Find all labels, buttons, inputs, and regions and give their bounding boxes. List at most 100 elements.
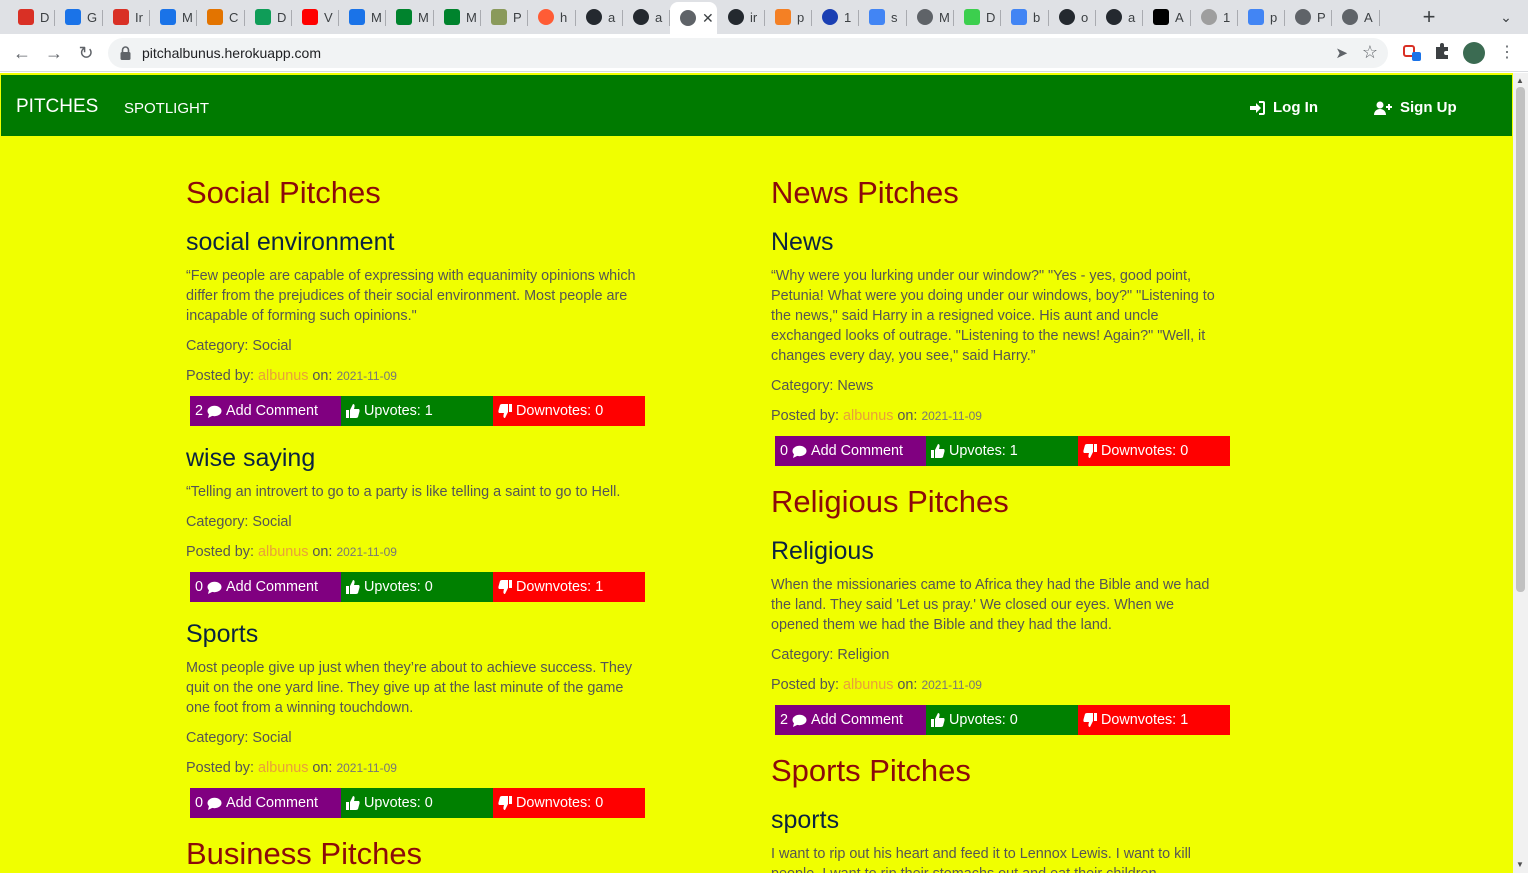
browser-tab[interactable]: a (1096, 4, 1143, 30)
browser-tab[interactable]: M (434, 4, 481, 30)
scroll-down-arrow-icon[interactable]: ▼ (1516, 860, 1524, 869)
puzzle-extensions-icon[interactable] (1431, 42, 1453, 64)
upvote-button[interactable]: Upvotes: 1 (926, 436, 1078, 466)
browser-tab[interactable]: A (1332, 4, 1379, 30)
google-icon (1248, 9, 1264, 25)
back-arrow-icon[interactable]: ← (9, 40, 35, 66)
author-link[interactable]: albunus (258, 368, 308, 384)
downvote-count: 0 (1180, 443, 1189, 459)
browser-tab[interactable]: 1 (1191, 4, 1238, 30)
browser-tab[interactable]: D (954, 4, 1001, 30)
author-link[interactable]: albunus (843, 677, 893, 693)
calendar-icon (65, 9, 81, 25)
profile-avatar[interactable] (1463, 42, 1485, 64)
send-icon[interactable]: ➤ (1335, 44, 1348, 62)
browser-tab[interactable]: a (576, 4, 623, 30)
signup-link[interactable]: Sign Up (1374, 99, 1457, 116)
scroll-up-arrow-icon[interactable]: ▲ (1516, 76, 1524, 85)
add-comment-button[interactable]: 0 Add Comment (190, 788, 341, 818)
orange-circle-icon (538, 9, 554, 25)
browser-toolbar: ← → ↻ pitchalbunus.herokuapp.com ➤ ☆ ⋮ (0, 34, 1528, 72)
lock-icon (120, 46, 131, 60)
upvote-button[interactable]: Upvotes: 0 (341, 572, 493, 602)
browser-tab[interactable]: P (481, 4, 528, 30)
pitch-title: wise saying (186, 444, 316, 472)
browser-tab[interactable]: M (339, 4, 386, 30)
address-bar[interactable]: pitchalbunus.herokuapp.com ➤ ☆ (108, 38, 1388, 68)
comment-count: 0 (195, 579, 204, 595)
tab-title: p (1270, 9, 1278, 25)
extension-badge-icon[interactable] (1401, 42, 1423, 64)
kebab-menu-icon[interactable]: ⋮ (1496, 42, 1518, 64)
tab-title: M (418, 9, 429, 25)
browser-tab[interactable]: p (765, 4, 812, 30)
downvote-button[interactable]: Downvotes: 0 (493, 788, 645, 818)
reload-icon[interactable]: ↻ (73, 40, 99, 66)
tab-title: P (1317, 9, 1326, 25)
pitch-title: Religious (771, 537, 874, 565)
browser-tab[interactable]: P (1285, 4, 1332, 30)
downvote-button[interactable]: Downvotes: 1 (493, 572, 645, 602)
add-comment-button[interactable]: 2 Add Comment (775, 705, 926, 735)
brand-link[interactable]: PITCHES (16, 96, 98, 118)
add-comment-button[interactable]: 0 Add Comment (775, 436, 926, 466)
upvote-button[interactable]: Upvotes: 0 (341, 788, 493, 818)
browser-tab[interactable]: o (1049, 4, 1096, 30)
login-link[interactable]: Log In (1249, 99, 1318, 116)
downvotes-label: Downvotes: (516, 403, 592, 419)
downvotes-label: Downvotes: (516, 795, 592, 811)
author-link[interactable]: albunus (843, 408, 893, 424)
tab-title: A (1175, 9, 1184, 25)
browser-tab[interactable]: D (245, 4, 292, 30)
browser-tab[interactable]: D (8, 4, 55, 30)
browser-tab[interactable]: A (1143, 4, 1190, 30)
browser-tab[interactable]: h (528, 4, 575, 30)
upvote-button[interactable]: Upvotes: 1 (341, 396, 493, 426)
page-scrollbar[interactable]: ▲ ▼ (1513, 73, 1528, 873)
bookmark-star-icon[interactable]: ☆ (1362, 42, 1378, 63)
browser-tab[interactable]: V (292, 4, 339, 30)
forward-arrow-icon[interactable]: → (41, 40, 67, 66)
pitch-posted-by: Posted by: albunus on: 2021-11-09 (186, 368, 397, 384)
browser-tab[interactable]: a (623, 4, 670, 30)
pitch-category: Category: News (771, 378, 873, 394)
browser-tab[interactable]: M (907, 4, 954, 30)
author-link[interactable]: albunus (258, 544, 308, 560)
comment-icon (207, 581, 222, 594)
downvote-count: 0 (595, 795, 604, 811)
upvote-button[interactable]: Upvotes: 0 (926, 705, 1078, 735)
add-comment-button[interactable]: 0 Add Comment (190, 572, 341, 602)
new-tab-button[interactable]: + (1417, 4, 1441, 30)
pitch-title: sports (771, 806, 840, 834)
scrollbar-thumb[interactable] (1516, 87, 1525, 592)
browser-tab[interactable]: 1 (812, 4, 859, 30)
pitch-actions: 0 Add Comment Upvotes: 0 Downvotes: 1 (190, 572, 645, 602)
downvote-button[interactable]: Downvotes: 1 (1078, 705, 1230, 735)
signup-label: Sign Up (1400, 99, 1457, 116)
github-icon (1059, 9, 1075, 25)
browser-tab[interactable]: Ir (103, 4, 150, 30)
close-tab-icon[interactable]: ✕ (702, 10, 714, 27)
site-navbar: PITCHES SPOTLIGHT Log In Sign Up (1, 75, 1512, 136)
palm-tree-icon (491, 9, 507, 25)
browser-tab[interactable]: M (386, 4, 433, 30)
browser-tab[interactable]: G (55, 4, 102, 30)
browser-tab[interactable]: ✕ (670, 2, 717, 34)
browser-tab[interactable]: C (197, 4, 244, 30)
category-label: Category: (186, 514, 249, 530)
author-link[interactable]: albunus (258, 760, 308, 776)
browser-tab[interactable]: p (1238, 4, 1285, 30)
browser-tab[interactable]: ir (718, 4, 765, 30)
nav-spotlight-link[interactable]: SPOTLIGHT (124, 100, 209, 117)
downvote-button[interactable]: Downvotes: 0 (1078, 436, 1230, 466)
browser-tab[interactable]: M (150, 4, 197, 30)
downvote-button[interactable]: Downvotes: 0 (493, 396, 645, 426)
pitch-posted-by: Posted by: albunus on: 2021-11-09 (771, 677, 982, 693)
browser-tab[interactable]: s (859, 4, 906, 30)
add-comment-button[interactable]: 2 Add Comment (190, 396, 341, 426)
tab-search-chevron-down-icon[interactable]: ⌄ (1494, 4, 1518, 30)
category-value: Social (252, 514, 292, 530)
spiral-icon (822, 9, 838, 25)
browser-tab[interactable]: b (1001, 4, 1048, 30)
category-label: Category: (771, 378, 834, 394)
